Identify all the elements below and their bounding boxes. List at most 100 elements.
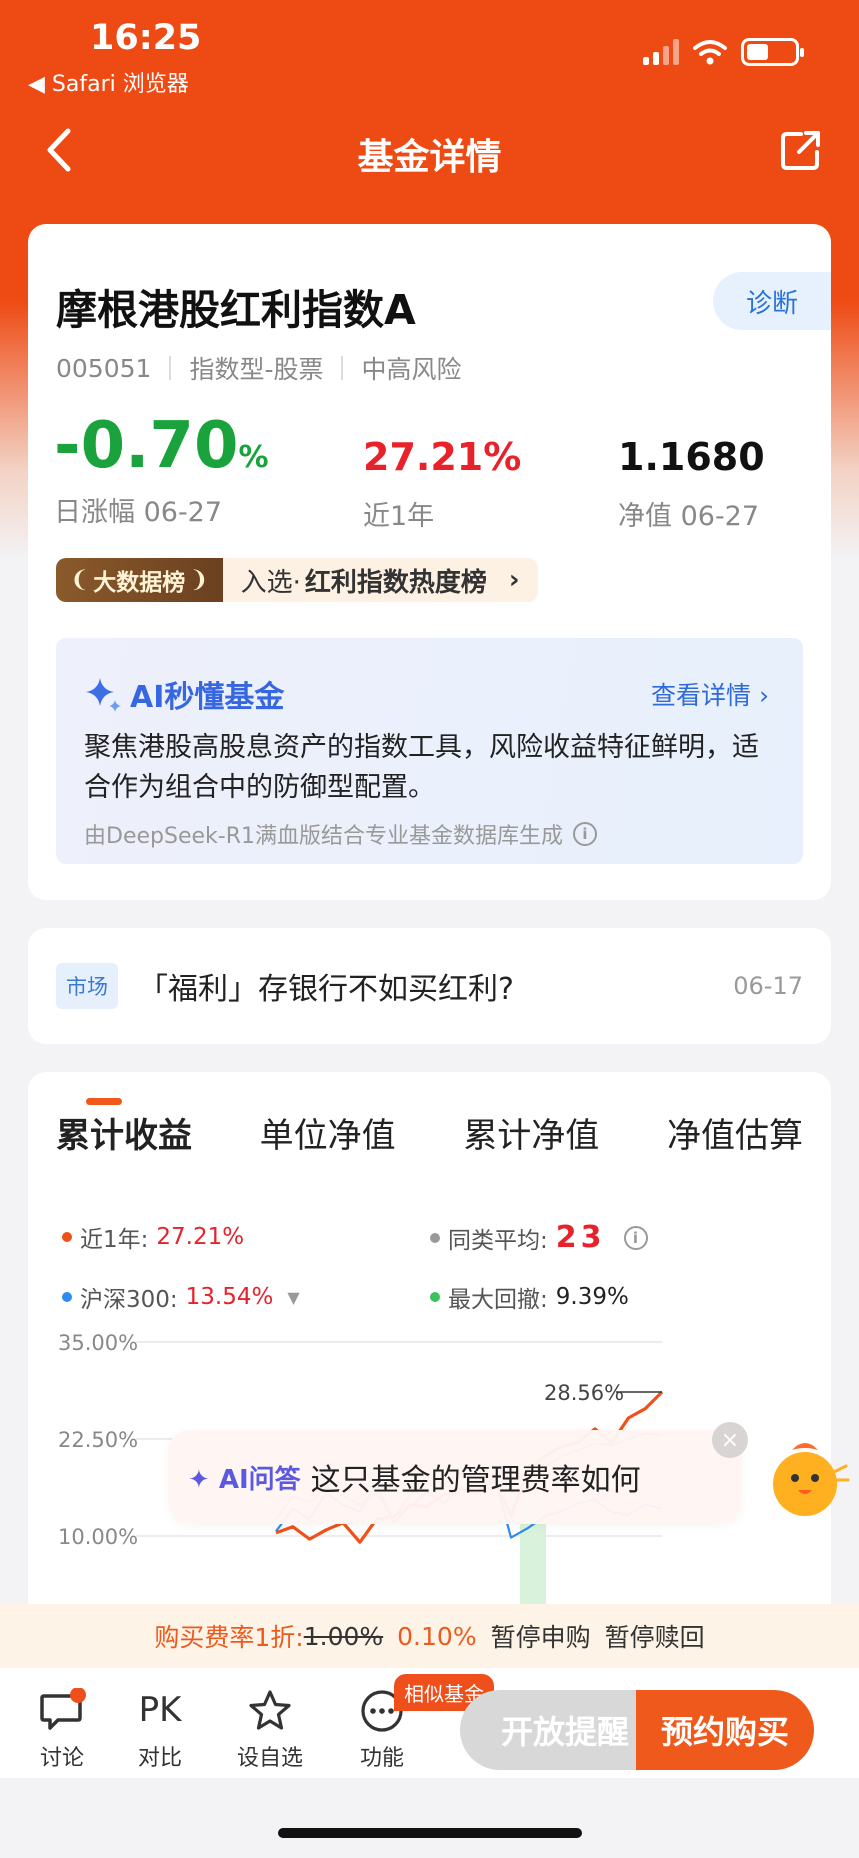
year-return-label: 近1年 bbox=[363, 501, 435, 532]
discuss-label: 讨论 bbox=[39, 1746, 84, 1771]
mascot-chick-icon[interactable] bbox=[760, 1432, 850, 1522]
chevron-right-icon: › bbox=[508, 565, 520, 595]
legend-dot-peer bbox=[430, 1232, 440, 1243]
y-tick-label: 22.50% bbox=[58, 1428, 138, 1452]
chat-bubble-icon bbox=[40, 1688, 86, 1730]
legend-fund-label: 近1年: bbox=[80, 1227, 149, 1253]
laurel-icon: ❩ bbox=[189, 567, 209, 593]
fee-bar: 购买费率1折: 1.00% 0.10% 暂停申购 暂停赎回 bbox=[0, 1604, 859, 1668]
legend-index-label: 沪深300: bbox=[80, 1287, 178, 1313]
fund-summary-card: 摩根港股红利指数A 诊断 005051 指数型-股票 中高风险 -0.70% 日… bbox=[28, 224, 831, 900]
ai-ask-tag-label: AI问答 bbox=[218, 1464, 301, 1495]
legend-dot-drawdown bbox=[430, 1292, 440, 1302]
purchase-status: 暂停申购 bbox=[490, 1623, 591, 1652]
legend-drawdown: 最大回撤: 9.39% bbox=[430, 1280, 629, 1314]
max-return-annotation: 28.56% bbox=[544, 1381, 624, 1405]
cellular-signal-icon bbox=[643, 39, 679, 65]
ai-source-note: 由DeepSeek-R1满血版结合专业基金数据库生成 bbox=[84, 824, 563, 849]
day-change-label: 日涨幅 06-27 bbox=[54, 497, 223, 528]
divider bbox=[341, 356, 344, 380]
info-icon[interactable]: i bbox=[623, 1225, 648, 1250]
legend-dot-fund bbox=[62, 1232, 72, 1242]
close-icon[interactable]: × bbox=[712, 1422, 748, 1458]
bottom-toolbar: 讨论 PK 对比 设自选 功能 相似基金 开放提醒 预约购买 bbox=[0, 1668, 859, 1778]
status-time: 16:25 bbox=[90, 18, 202, 58]
fund-category: 指数型-股票 bbox=[189, 355, 324, 384]
home-indicator bbox=[278, 1828, 582, 1838]
info-icon[interactable]: i bbox=[572, 822, 597, 846]
day-change-value: -0.70 bbox=[54, 409, 239, 483]
battery-icon bbox=[741, 38, 804, 66]
share-icon[interactable] bbox=[779, 128, 823, 172]
rank-banner[interactable]: ❨ 大数据榜 ❩ 入选· 红利指数热度榜 › bbox=[56, 558, 538, 602]
year-return-stat: 27.21% 近1年 bbox=[363, 438, 521, 533]
page-title: 基金详情 bbox=[357, 137, 502, 178]
watchlist-label: 设自选 bbox=[236, 1746, 303, 1771]
day-change-unit: % bbox=[238, 440, 269, 475]
rank-badge: ❨ 大数据榜 ❩ bbox=[56, 558, 223, 602]
dropdown-caret-icon: ▼ bbox=[287, 1287, 300, 1307]
fund-name: 摩根港股红利指数A bbox=[56, 286, 416, 334]
legend-peer-value: 23 bbox=[555, 1220, 606, 1255]
legend-peer: 同类平均: 23 i bbox=[430, 1220, 648, 1255]
ai-detail-link[interactable]: 查看详情 › bbox=[651, 676, 769, 712]
legend-fund: 近1年: 27.21% bbox=[62, 1220, 244, 1254]
tab-nav-estimate[interactable]: 净值估算 bbox=[667, 1108, 803, 1157]
ai-summary-footer: 由DeepSeek-R1满血版结合专业基金数据库生成 i bbox=[84, 818, 597, 850]
redeem-status: 暂停赎回 bbox=[604, 1623, 705, 1652]
ai-summary-body: 聚焦港股高股息资产的指数工具，风险收益特征鲜明，适合作为组合中的防御型配置。 bbox=[84, 732, 759, 803]
more-label: 功能 bbox=[359, 1746, 404, 1771]
tab-unit-nav[interactable]: 单位净值 bbox=[260, 1108, 396, 1157]
year-return-value: 27.21% bbox=[363, 435, 522, 479]
ai-summary-title: AI秒懂基金 bbox=[84, 672, 284, 716]
laurel-icon: ❨ bbox=[70, 567, 90, 593]
ai-question-bubble[interactable]: ✦ AI问答 这只基金的管理费率如何 × bbox=[168, 1422, 748, 1524]
star-icon bbox=[249, 1690, 291, 1730]
nav-value: 1.1680 bbox=[618, 435, 765, 479]
ai-detail-link-label: 查看详情 bbox=[651, 681, 752, 710]
wifi-icon bbox=[693, 40, 727, 65]
news-item[interactable]: 市场 「福利」存银行不如买红利? 06-17 bbox=[28, 928, 831, 1044]
compare-label: 对比 bbox=[137, 1746, 182, 1771]
ai-ask-tag: ✦ AI问答 bbox=[188, 1464, 301, 1495]
sparkle-icon bbox=[86, 678, 121, 712]
status-icons bbox=[643, 38, 804, 66]
rank-name: 红利指数热度榜 bbox=[304, 567, 487, 598]
legend-index[interactable]: 沪深300: 13.54% ▼ bbox=[62, 1280, 300, 1314]
pk-icon: PK bbox=[138, 1690, 182, 1730]
news-tag: 市场 bbox=[56, 963, 118, 1009]
legend-index-value: 13.54% bbox=[185, 1284, 274, 1310]
news-date: 06-17 bbox=[733, 972, 803, 1000]
fee-discounted: 0.10% bbox=[397, 1621, 477, 1651]
add-watchlist-button[interactable]: 设自选 bbox=[230, 1686, 310, 1772]
fund-risk: 中高风险 bbox=[361, 355, 462, 384]
diagnose-button[interactable]: 诊断 bbox=[713, 272, 831, 330]
legend-fund-value: 27.21% bbox=[156, 1224, 245, 1250]
nav-label: 净值 06-27 bbox=[618, 501, 760, 532]
ai-summary-box: AI秒懂基金 查看详情 › 聚焦港股高股息资产的指数工具，风险收益特征鲜明，适合… bbox=[56, 638, 803, 864]
discuss-button[interactable]: 讨论 bbox=[22, 1686, 102, 1772]
divider bbox=[169, 356, 172, 380]
rank-text: 入选· 红利指数热度榜 › bbox=[222, 558, 538, 602]
nav-stat: 1.1680 净值 06-27 bbox=[618, 438, 765, 533]
ai-ask-question: 这只基金的管理费率如何 bbox=[310, 1463, 641, 1498]
y-tick-label: 10.00% bbox=[58, 1525, 138, 1549]
rank-badge-label: 大数据榜 bbox=[93, 570, 186, 596]
tab-accumulated-nav[interactable]: 累计净值 bbox=[463, 1108, 599, 1157]
fee-label: 购买费率1折: bbox=[154, 1623, 304, 1652]
fund-code: 005051 bbox=[56, 353, 152, 383]
legend-drawdown-label: 最大回撤: bbox=[448, 1287, 548, 1313]
active-tab-indicator bbox=[86, 1098, 122, 1105]
rank-prefix: 入选· bbox=[240, 567, 301, 598]
back-to-safari-link[interactable]: ◀ Safari 浏览器 bbox=[28, 66, 189, 98]
chart-tabs: 累计收益 单位净值 累计净值 净值估算 bbox=[56, 1108, 803, 1157]
fund-meta: 005051 指数型-股票 中高风险 bbox=[56, 350, 461, 386]
legend-drawdown-value: 9.39% bbox=[555, 1284, 629, 1310]
tab-cumulative-return[interactable]: 累计收益 bbox=[56, 1108, 192, 1157]
legend-peer-label: 同类平均: bbox=[448, 1227, 548, 1254]
ai-summary-title-text: AI秒懂基金 bbox=[130, 680, 285, 715]
news-title: 「福利」存银行不如买红利? bbox=[138, 972, 514, 1007]
day-change-stat: -0.70% 日涨幅 06-27 bbox=[54, 414, 269, 529]
reserve-buy-button[interactable]: 预约购买 bbox=[636, 1690, 814, 1770]
compare-button[interactable]: PK 对比 bbox=[120, 1686, 200, 1772]
